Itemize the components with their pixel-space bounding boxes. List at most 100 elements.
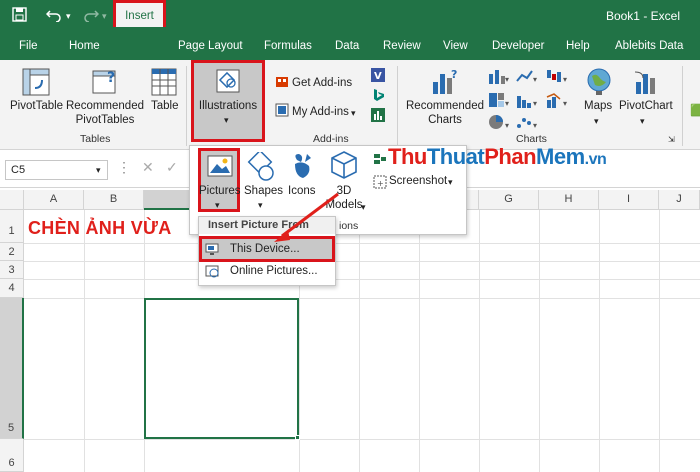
my-addins-button[interactable]: My Add-ins [292, 105, 349, 119]
combo-chart-icon[interactable]: ▾ [546, 92, 568, 111]
sheet-heading: CHÈN ẢNH VỪA [28, 218, 172, 238]
ribbon-tabs: File Home Page Layout Formulas Data Revi… [0, 33, 700, 60]
cancel-icon[interactable]: ✕ [142, 160, 154, 174]
illustrations-button[interactable]: Illustrations ▾ [191, 60, 265, 142]
row-header[interactable]: 4 [0, 279, 24, 298]
pictures-button[interactable]: Pictures ▾ [198, 148, 241, 212]
name-box[interactable]: C5 [5, 160, 108, 180]
svg-text:▾: ▾ [563, 75, 567, 84]
visio-icon[interactable]: V [371, 68, 385, 85]
shapes-dropdown-icon[interactable]: ▾ [258, 198, 263, 212]
undo-dropdown-icon[interactable]: ▾ [66, 11, 71, 22]
recommended-charts-label-2: Charts [428, 114, 462, 126]
pivotchart-dropdown-icon[interactable]: ▾ [640, 114, 645, 128]
3d-models-icon [330, 150, 358, 183]
recommended-pivottables-icon: ? [92, 68, 120, 99]
grid-line [419, 210, 420, 472]
watermark-part: Thu [388, 144, 427, 169]
screenshot-icon: + [373, 175, 387, 192]
svg-text:▾: ▾ [505, 75, 509, 84]
screenshot-dropdown-icon[interactable]: ▾ [448, 175, 453, 189]
row-header[interactable]: 1 [0, 210, 24, 243]
select-all-corner[interactable] [0, 190, 24, 210]
this-device-icon [205, 243, 219, 259]
recommended-charts-button[interactable]: Recommended Charts [405, 99, 485, 127]
redo-dropdown-icon[interactable]: ▾ [102, 11, 107, 22]
tab-review[interactable]: Review [383, 40, 421, 52]
name-box-dropdown-icon[interactable]: ▾ [96, 163, 101, 177]
maps-button[interactable]: Maps [584, 99, 612, 113]
pictures-dropdown-icon: ▾ [215, 200, 220, 210]
bing-icon[interactable] [371, 88, 385, 105]
hierarchy-chart-icon[interactable]: ▾ [488, 92, 510, 111]
row-header[interactable]: 3 [0, 261, 24, 279]
grid-line [24, 279, 700, 280]
waterfall-chart-icon[interactable]: ▾ [546, 68, 568, 87]
redo-icon[interactable] [83, 7, 100, 26]
table-button[interactable]: Table [151, 99, 179, 113]
column-header[interactable]: J [659, 190, 700, 210]
column-header[interactable]: B [84, 190, 144, 210]
grid-line [479, 210, 480, 472]
statistic-chart-icon[interactable]: ▾ [516, 92, 538, 111]
icons-icon [289, 152, 315, 183]
pivotchart-button[interactable]: PivotChart [619, 99, 673, 113]
undo-icon[interactable] [45, 7, 62, 26]
charts-dialog-launcher-icon[interactable]: ⇲ [668, 133, 675, 147]
watermark-part: Thuat [426, 144, 485, 169]
column-header[interactable]: G [479, 190, 539, 210]
table-icon [151, 68, 177, 99]
store-icon [275, 74, 289, 91]
svg-text:+: + [377, 179, 384, 188]
fill-handle[interactable] [295, 435, 300, 440]
enter-icon[interactable]: ✓ [166, 160, 178, 174]
tab-developer[interactable]: Developer [492, 40, 544, 52]
line-chart-icon[interactable]: ▾ [516, 68, 538, 87]
recommended-pivottables-button[interactable]: Recommended PivotTables [65, 99, 145, 127]
watermark-logo: ThuThuatPhanMem.vn [388, 144, 607, 170]
pie-chart-icon[interactable]: ▾ [488, 114, 510, 133]
column-header[interactable]: H [539, 190, 599, 210]
ribbon-overflow-icon[interactable]: 🟩 [690, 104, 700, 118]
pivottable-button[interactable]: PivotTable [10, 99, 63, 113]
document-title: Book1 - Excel [605, 9, 680, 23]
my-addins-dropdown-icon[interactable]: ▾ [351, 106, 356, 120]
tab-page-layout[interactable]: Page Layout [178, 40, 243, 52]
svg-text:▾: ▾ [505, 121, 509, 130]
column-chart-icon[interactable]: ▾ [488, 68, 510, 87]
tab-data[interactable]: Data [335, 40, 359, 52]
tab-file[interactable]: File [19, 40, 38, 52]
watermark-part: Phan [484, 144, 537, 169]
grid-line [539, 210, 540, 472]
selected-cell-c5[interactable] [144, 298, 299, 439]
people-graph-icon[interactable] [371, 108, 385, 125]
column-header[interactable]: A [24, 190, 84, 210]
row-header[interactable]: 6 [0, 439, 24, 472]
tab-home[interactable]: Home [69, 40, 100, 52]
recommended-pivottables-label-2: PivotTables [75, 114, 135, 126]
maps-dropdown-icon[interactable]: ▾ [594, 114, 599, 128]
smartart-icon[interactable] [373, 152, 387, 169]
get-addins-button[interactable]: Get Add-ins [292, 76, 352, 90]
svg-text:▾: ▾ [563, 99, 567, 108]
row-header[interactable]: 5 [0, 298, 24, 439]
online-pictures-menu-item[interactable]: Online Pictures... [230, 265, 318, 277]
screenshot-button[interactable]: Screenshot [389, 174, 447, 188]
3d-models-dropdown-icon[interactable]: ▾ [361, 200, 366, 214]
recommended-pivottables-label-1: Recommended [66, 100, 144, 112]
tab-view[interactable]: View [443, 40, 468, 52]
scatter-chart-icon[interactable]: ▾ [516, 114, 538, 133]
watermark-part: Mem [536, 144, 585, 169]
pivotchart-icon [633, 68, 661, 99]
tab-formulas[interactable]: Formulas [264, 40, 312, 52]
tab-help[interactable]: Help [566, 40, 590, 52]
save-icon[interactable] [12, 7, 27, 26]
grid-line [84, 210, 85, 472]
tab-insert[interactable]: Insert [113, 0, 166, 27]
row-header[interactable]: 2 [0, 243, 24, 261]
column-header[interactable]: I [599, 190, 659, 210]
tab-ablebits-data[interactable]: Ablebits Data [615, 40, 683, 52]
my-addins-icon [275, 103, 289, 120]
group-addins-label: Add-ins [313, 133, 349, 145]
svg-text:V: V [374, 71, 382, 82]
